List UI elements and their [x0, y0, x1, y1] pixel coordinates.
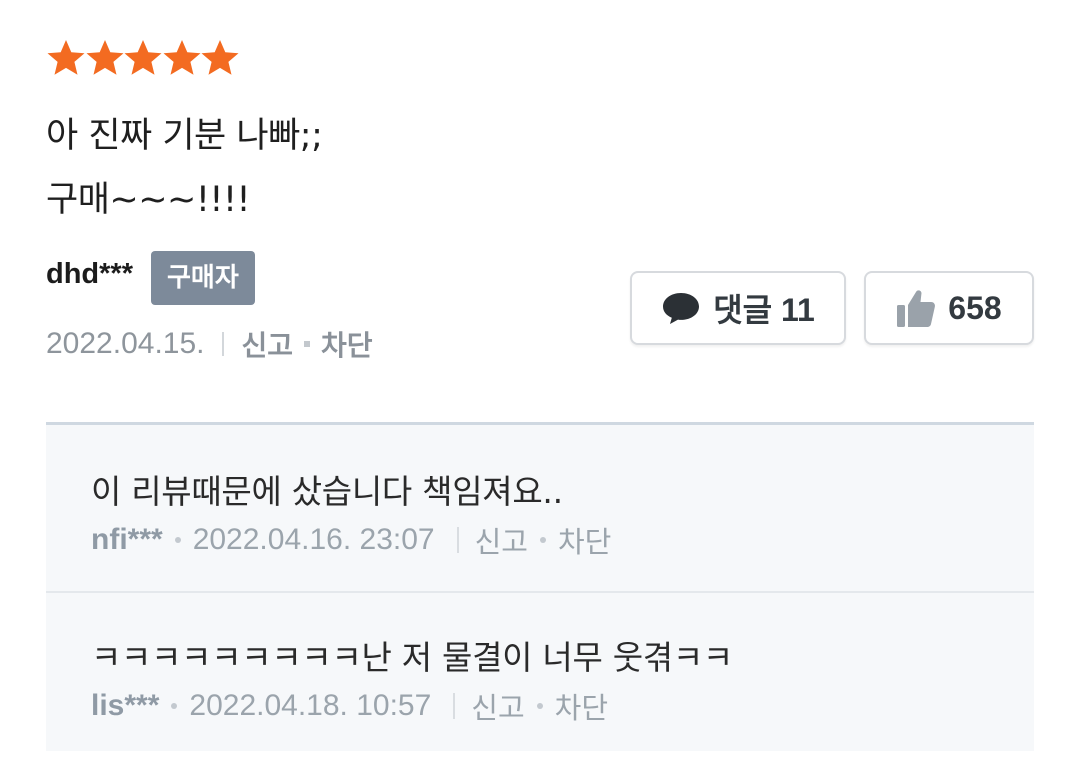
dot-separator — [536, 703, 543, 709]
review-meta: 2022.04.15. 신고 차단 — [46, 322, 373, 366]
star-icon — [123, 38, 162, 78]
comment-list: 이 리뷰때문에 샀습니다 책임져요.. nfi*** 2022.04.16. 2… — [46, 422, 1034, 751]
comment-text: ㅋㅋㅋㅋㅋㅋㅋㅋㅋ난 저 물결이 너무 웃겪ㅋㅋ — [91, 638, 733, 677]
speech-bubble-icon — [661, 290, 701, 326]
divider — [453, 693, 456, 719]
comment-datetime: 2022.04.16. 23:07 — [192, 523, 435, 556]
like-button[interactable]: 658 — [864, 271, 1034, 345]
review-date: 2022.04.15. — [46, 327, 205, 360]
star-icon — [46, 38, 85, 78]
block-link[interactable]: 차단 — [555, 685, 608, 727]
comment-item: ㅋㅋㅋㅋㅋㅋㅋㅋㅋ난 저 물결이 너무 웃겪ㅋㅋ lis*** 2022.04.… — [46, 591, 1034, 757]
like-count: 658 — [948, 289, 1002, 326]
block-link[interactable]: 차단 — [558, 519, 611, 561]
comment-meta: nfi*** 2022.04.16. 23:07 신고 차단 — [91, 519, 611, 561]
thumbs-up-icon — [896, 286, 936, 330]
report-link[interactable]: 신고 — [471, 685, 524, 727]
divider — [456, 527, 459, 553]
review-author[interactable]: dhd*** — [46, 258, 133, 291]
review-line: 아 진짜 기분 나빠;; — [46, 116, 323, 156]
block-link[interactable]: 차단 — [321, 324, 373, 364]
review-card: 아 진짜 기분 나빠;; 구매~~~!!!! dhd*** 구매자 2022.0… — [46, 0, 1034, 751]
comment-datetime: 2022.04.18. 10:57 — [189, 689, 432, 722]
report-link[interactable]: 신고 — [475, 519, 528, 561]
star-rating — [46, 38, 239, 80]
star-icon — [162, 38, 200, 78]
star-icon — [85, 38, 123, 78]
comment-author[interactable]: nfi*** — [91, 523, 163, 557]
buyer-badge: 구매자 — [151, 251, 255, 305]
review-body: 아 진짜 기분 나빠;; 구매~~~!!!! — [46, 104, 323, 232]
dot-separator — [539, 537, 546, 543]
comment-meta: lis*** 2022.04.18. 10:57 신고 차단 — [91, 685, 608, 727]
star-icon — [200, 38, 239, 78]
comment-author[interactable]: lis*** — [91, 689, 159, 723]
report-link[interactable]: 신고 — [241, 324, 293, 364]
review-author-row: dhd*** 구매자 — [46, 250, 255, 306]
review-line: 구매~~~!!!! — [46, 180, 251, 220]
comment-item: 이 리뷰때문에 샀습니다 책임져요.. nfi*** 2022.04.16. 2… — [46, 425, 1034, 589]
comment-text: 이 리뷰때문에 샀습니다 책임져요.. — [91, 472, 563, 511]
comments-button-label: 댓글 11 — [713, 292, 815, 328]
divider — [222, 332, 225, 356]
dot-separator — [304, 341, 311, 347]
dot-separator — [174, 537, 181, 543]
dot-separator — [171, 703, 178, 709]
comments-button[interactable]: 댓글 11 — [630, 271, 846, 345]
